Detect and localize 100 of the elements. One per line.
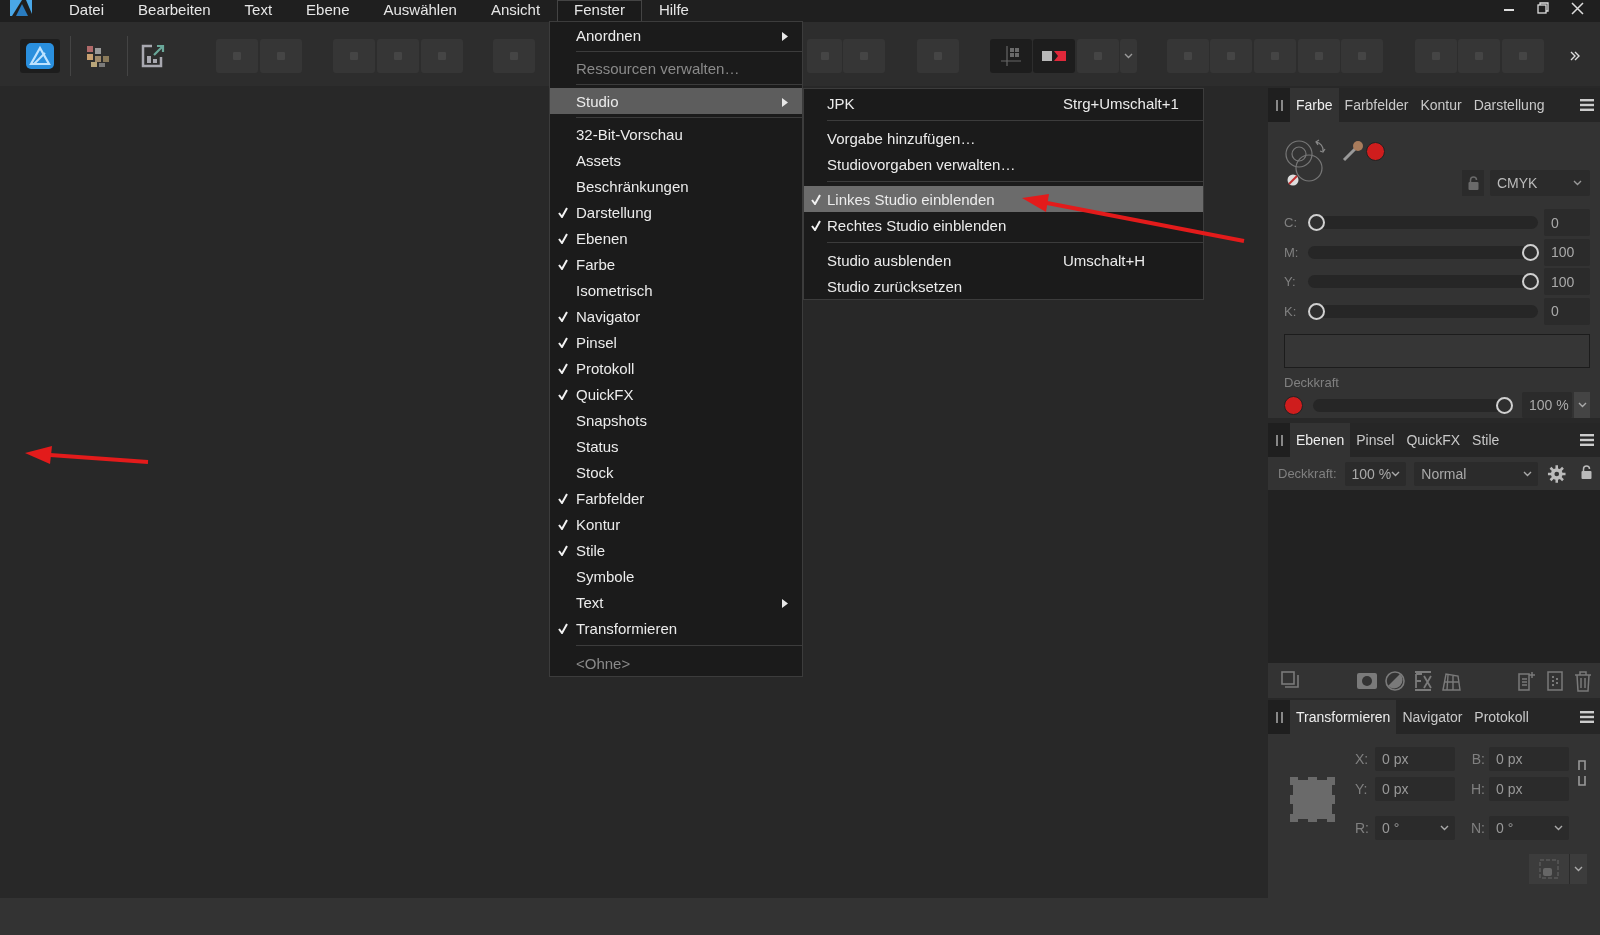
menu-item[interactable]: Studiovorgaben verwalten… — [804, 151, 1203, 177]
menu-item[interactable]: Auswählen — [366, 0, 474, 22]
slider-track[interactable] — [1313, 398, 1512, 412]
slider-thumb[interactable] — [1308, 302, 1325, 320]
menu-item[interactable]: Ansicht — [473, 0, 558, 22]
panel-tab[interactable]: Protokoll — [1468, 700, 1535, 734]
slider-thumb[interactable] — [1522, 273, 1539, 291]
pixel-layer-icon[interactable] — [1544, 669, 1566, 692]
menu-item[interactable]: Bearbeiten — [121, 0, 228, 22]
panel-tab[interactable]: QuickFX — [1400, 423, 1467, 457]
panel-tab[interactable]: Farbe — [1290, 88, 1339, 122]
blend-mode-dropdown[interactable]: Normal — [1414, 461, 1538, 486]
menu-item[interactable]: Datei — [52, 0, 122, 22]
slider-track[interactable] — [1308, 216, 1538, 230]
toolbar-button[interactable] — [1033, 39, 1075, 73]
slider-thumb[interactable] — [1308, 214, 1325, 232]
panel-tab[interactable]: Farbfelder — [1338, 88, 1415, 122]
panel-tab[interactable]: Navigator — [1396, 700, 1469, 734]
menu-item[interactable]: Vorgabe hinzufügen… — [804, 125, 1203, 151]
value-field[interactable]: 0 px — [1489, 747, 1569, 771]
menu-item[interactable]: Fenster — [557, 0, 642, 22]
value-field[interactable]: 0 px — [1375, 777, 1455, 801]
anchor-square-icon[interactable] — [1290, 777, 1335, 822]
opacity-dropdown[interactable]: 100 % — [1344, 461, 1407, 486]
menu-item[interactable]: JPK Strg+Umschalt+1 — [804, 90, 1203, 116]
grip-icon[interactable] — [1268, 423, 1290, 457]
menu-item[interactable]: Navigator — [550, 303, 802, 329]
menu-icon[interactable] — [1580, 711, 1594, 723]
app-logo-icon — [25, 42, 55, 70]
toolbar-button[interactable] — [20, 39, 60, 73]
menu-item[interactable]: Studio ausblenden Umschalt+H — [804, 247, 1203, 273]
menu-item[interactable]: Beschränkungen — [550, 173, 802, 199]
panel-tab[interactable]: Pinsel — [1350, 423, 1401, 457]
menu-item[interactable]: Kontur — [550, 511, 802, 537]
value-dropdown[interactable]: 0 ° — [1489, 816, 1569, 840]
menu-item[interactable]: Rechtes Studio einblenden — [804, 212, 1203, 238]
menu-item[interactable]: Pinsel — [550, 329, 802, 355]
menu-item[interactable]: Transformieren — [550, 615, 802, 641]
menu-item[interactable]: Ebene — [289, 0, 367, 22]
menu-item[interactable]: Darstellung — [550, 199, 802, 225]
close-icon[interactable] — [1571, 2, 1584, 15]
panel-tab[interactable]: Stile — [1466, 423, 1506, 457]
link-icon[interactable] — [1577, 759, 1587, 787]
fx-icon[interactable] — [1412, 669, 1434, 692]
menu-item[interactable]: Studio zurücksetzen — [804, 273, 1203, 299]
value-field[interactable]: 0 — [1544, 297, 1590, 325]
gear-icon[interactable] — [1545, 462, 1567, 485]
value-field[interactable]: 0 px — [1375, 747, 1455, 771]
menu-icon[interactable] — [1580, 99, 1594, 111]
menu-item[interactable]: Anordnen — [550, 22, 802, 48]
dropdown-button[interactable] — [1574, 392, 1590, 418]
grip-icon[interactable] — [1268, 88, 1290, 122]
panel-tab[interactable]: Ebenen — [1290, 423, 1351, 457]
value-field[interactable]: 0 — [1544, 209, 1590, 237]
menu-item[interactable]: Text — [550, 589, 802, 615]
menu-item[interactable]: Hilfe — [641, 0, 706, 22]
restore-icon[interactable] — [1537, 2, 1549, 14]
color-swatch[interactable] — [1366, 141, 1385, 161]
value-field[interactable]: 100 — [1544, 268, 1590, 296]
adjustment-icon[interactable] — [1384, 669, 1406, 692]
menu-item[interactable]: QuickFX — [550, 381, 802, 407]
panel-tab[interactable]: Kontur — [1414, 88, 1468, 122]
menu-item[interactable]: Symbole — [550, 563, 802, 589]
menu-item[interactable]: Snapshots — [550, 407, 802, 433]
value-dropdown[interactable]: 0 ° — [1375, 816, 1455, 840]
trash-icon[interactable] — [1572, 669, 1594, 692]
caret-icon — [1577, 402, 1587, 408]
slider-track[interactable] — [1308, 275, 1538, 289]
menu-item[interactable]: Isometrisch — [550, 277, 802, 303]
color-mode-dropdown[interactable]: CMYK — [1490, 170, 1590, 196]
slider-track[interactable] — [1308, 245, 1538, 259]
value-field[interactable]: 100 — [1544, 238, 1590, 266]
panel-tab[interactable]: Transformieren — [1290, 700, 1397, 734]
menu-item[interactable]: Ebenen — [550, 225, 802, 251]
menu-item[interactable]: Status — [550, 433, 802, 459]
slider-track[interactable] — [1308, 304, 1538, 318]
value-field[interactable]: 100 % — [1522, 392, 1572, 418]
slider-thumb[interactable] — [1522, 243, 1539, 261]
menu-item[interactable]: 32-Bit-Vorschau — [550, 121, 802, 147]
eyedropper-icon[interactable] — [1342, 140, 1364, 162]
menu-item[interactable]: Protokoll — [550, 355, 802, 381]
menu-item[interactable]: Studio — [550, 88, 802, 114]
slider-thumb[interactable] — [1496, 396, 1513, 414]
lock-icon[interactable] — [1581, 465, 1592, 479]
value-field[interactable]: 0 px — [1489, 777, 1569, 801]
menu-item[interactable]: Linkes Studio einblenden — [804, 186, 1203, 212]
menu-item[interactable]: Stock — [550, 459, 802, 485]
color-swatch[interactable] — [1284, 395, 1303, 415]
grip-icon[interactable] — [1268, 700, 1290, 734]
menu-item[interactable]: Stile — [550, 537, 802, 563]
menu-icon[interactable] — [1580, 434, 1594, 446]
menu-item[interactable]: Assets — [550, 147, 802, 173]
selection-box-icon — [1539, 859, 1559, 879]
menu-item[interactable]: Farbfelder — [550, 485, 802, 511]
dropdown-button[interactable] — [1569, 854, 1587, 884]
menu-item[interactable]: Text — [227, 0, 290, 22]
menu-item[interactable]: Farbe — [550, 251, 802, 277]
transform-origin-button[interactable] — [1529, 854, 1569, 884]
add-layer-icon[interactable] — [1516, 669, 1538, 692]
panel-tab[interactable]: Darstellung — [1467, 88, 1551, 122]
